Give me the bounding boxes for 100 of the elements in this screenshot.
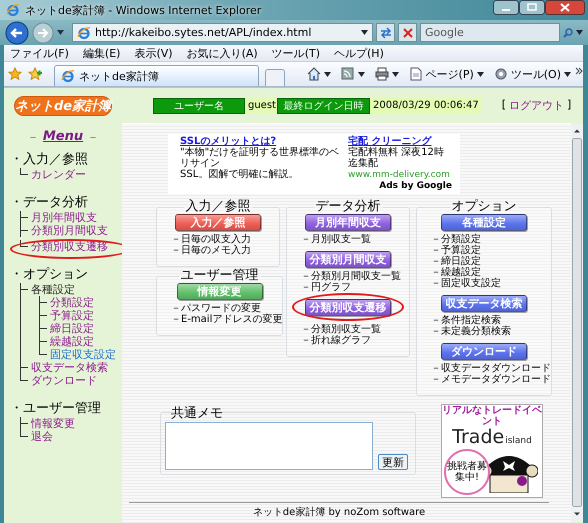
caret-icon <box>361 30 368 35</box>
menu-link[interactable]: カレンダー <box>31 168 86 181</box>
memo-title: 共通メモ <box>170 405 224 422</box>
menu-item[interactable]: ヘルプ(H) <box>334 46 384 60</box>
menu-label: 各種設定 <box>31 283 75 296</box>
ad-url: www.mm-delivery.com <box>348 170 450 180</box>
menu-title: Menu <box>42 129 84 146</box>
nav-button[interactable]: 月別年間収支 <box>305 214 391 231</box>
menu-section: ・ユーザー管理 <box>10 399 122 417</box>
banner-brand: Trade <box>452 427 504 447</box>
memo-field[interactable] <box>165 422 373 470</box>
menu-link[interactable]: ダウンロード <box>31 374 97 387</box>
tools-menu-button[interactable]: ツール(O) <box>494 66 571 82</box>
menu-item[interactable]: 表示(V) <box>134 46 173 60</box>
caret-icon <box>358 72 365 76</box>
browser-tab[interactable]: ネットde家計簿 <box>54 65 259 86</box>
caret-icon <box>324 72 331 76</box>
search-icon[interactable] <box>563 28 573 38</box>
browser-logo-icon <box>6 3 20 17</box>
nav-button[interactable]: 分類別収支遷移 <box>305 299 391 316</box>
nav-button[interactable]: 各種設定 <box>441 214 527 231</box>
menu-link[interactable]: 締日設定 <box>50 322 94 335</box>
caret-icon <box>576 30 583 35</box>
bracket: [ <box>502 98 506 113</box>
menu-section: ・入力／参照 <box>10 150 122 168</box>
ad-text: SSL。図解で明確に解説。 <box>180 169 300 180</box>
menu-link[interactable]: 月別年間収支 <box>31 211 97 224</box>
menu-item[interactable]: ファイル(F) <box>10 46 69 60</box>
home-button[interactable] <box>306 67 331 81</box>
add-favorite-icon[interactable] <box>28 67 42 81</box>
login-time: 2008/03/29 00:06:47 <box>370 98 482 114</box>
menu-item[interactable]: 編集(E) <box>82 46 120 60</box>
menu-link[interactable]: 情報変更 <box>31 417 75 430</box>
section-title: ユーザー管理 <box>180 269 260 283</box>
banner-badge: 挑戦者募集中! <box>444 449 490 495</box>
menu-link[interactable]: 予算設定 <box>50 309 94 322</box>
menu-link[interactable]: 繰越設定 <box>50 335 94 348</box>
feature-text: －円グラフ <box>301 282 352 293</box>
nav-button[interactable]: 収支データ検索 <box>441 295 527 312</box>
update-button[interactable]: 更新 <box>378 454 408 470</box>
menu-section: ・データ分析 <box>10 193 122 211</box>
nav-button[interactable]: ダウンロード <box>441 343 527 360</box>
caret-icon <box>476 72 484 76</box>
feature-text: －E-mailアドレスの変更 <box>171 314 282 325</box>
menu-dash: － <box>87 129 100 146</box>
page-icon <box>61 69 75 83</box>
ad-link[interactable]: SSLのメリットとは? <box>180 136 342 147</box>
page-menu-button[interactable]: ページ(P) <box>408 66 484 82</box>
tree-line <box>20 168 28 175</box>
menu-link[interactable]: 収支データ検索 <box>31 361 108 374</box>
history-caret-icon[interactable] <box>57 30 64 35</box>
home-icon <box>306 67 321 81</box>
maximize-button[interactable] <box>519 0 545 15</box>
stop-button[interactable] <box>398 23 417 42</box>
ad-banner[interactable]: リアルなトレードイベント Trade island 挑戦者募集中! <box>441 404 543 498</box>
refresh-icon <box>380 26 392 38</box>
menu-dash: － <box>26 129 39 146</box>
logout-link[interactable]: ログアウト <box>509 98 564 113</box>
refresh-button[interactable] <box>376 23 396 42</box>
menu-link[interactable]: 分類別月間収支 <box>31 224 108 237</box>
scrollbar[interactable] <box>571 123 583 523</box>
address-field[interactable]: http://kakeibo.sytes.net/APL/index.html <box>72 23 374 42</box>
bracket: ] <box>567 98 572 113</box>
ad-text: "本物"だけを証明する世界標準のベリサイン <box>180 147 340 169</box>
minimize-button[interactable] <box>493 0 519 15</box>
menu-item[interactable]: お気に入り(A) <box>186 46 258 60</box>
favorites-star-icon[interactable] <box>8 67 22 81</box>
chevron-icon[interactable] <box>575 66 583 74</box>
ad-text: 宅配料無料 深夜12時迄集配 <box>348 147 445 169</box>
feature-text: －日毎の収支入力 <box>171 234 252 245</box>
print-button[interactable] <box>374 67 399 81</box>
menu-link[interactable]: 退会 <box>31 430 53 443</box>
menu-item[interactable]: ツール(T) <box>272 46 320 60</box>
user-label: ユーザー名 <box>153 98 245 114</box>
caret-icon <box>392 72 399 76</box>
feature-text: －月別収支一覧 <box>301 234 372 245</box>
feature-text: －条件指定検索 <box>431 315 502 326</box>
close-button[interactable] <box>545 0 585 15</box>
feature-text: －収支データダウンロード <box>431 363 551 374</box>
search-field[interactable]: Google <box>420 23 560 42</box>
banner-brand: island <box>505 435 532 447</box>
feed-icon <box>340 67 355 81</box>
close-icon <box>402 28 413 38</box>
caret-icon <box>564 72 571 76</box>
login-label: 最終ログイン日時 <box>277 98 370 114</box>
banner-headline: リアルなトレードイベント <box>442 405 542 427</box>
menu-section: ・オプション <box>10 265 122 283</box>
section-title: 入力／参照 <box>184 200 252 214</box>
feature-text: －予算設定 <box>431 245 482 256</box>
ad-link[interactable]: 宅配 クリーニング <box>348 136 452 147</box>
feature-text: －折れ線グラフ <box>301 335 372 346</box>
nav-button[interactable]: 分類別月間収支 <box>305 251 391 268</box>
page-icon <box>77 26 91 40</box>
tree-line <box>20 240 28 247</box>
feeds-button[interactable] <box>340 67 365 81</box>
menu-link[interactable]: 固定収支設定 <box>50 348 116 361</box>
forward-button[interactable] <box>32 22 54 44</box>
back-button[interactable] <box>5 20 29 44</box>
menu-link[interactable]: 分類設定 <box>50 296 94 309</box>
settings-icon <box>494 67 508 81</box>
